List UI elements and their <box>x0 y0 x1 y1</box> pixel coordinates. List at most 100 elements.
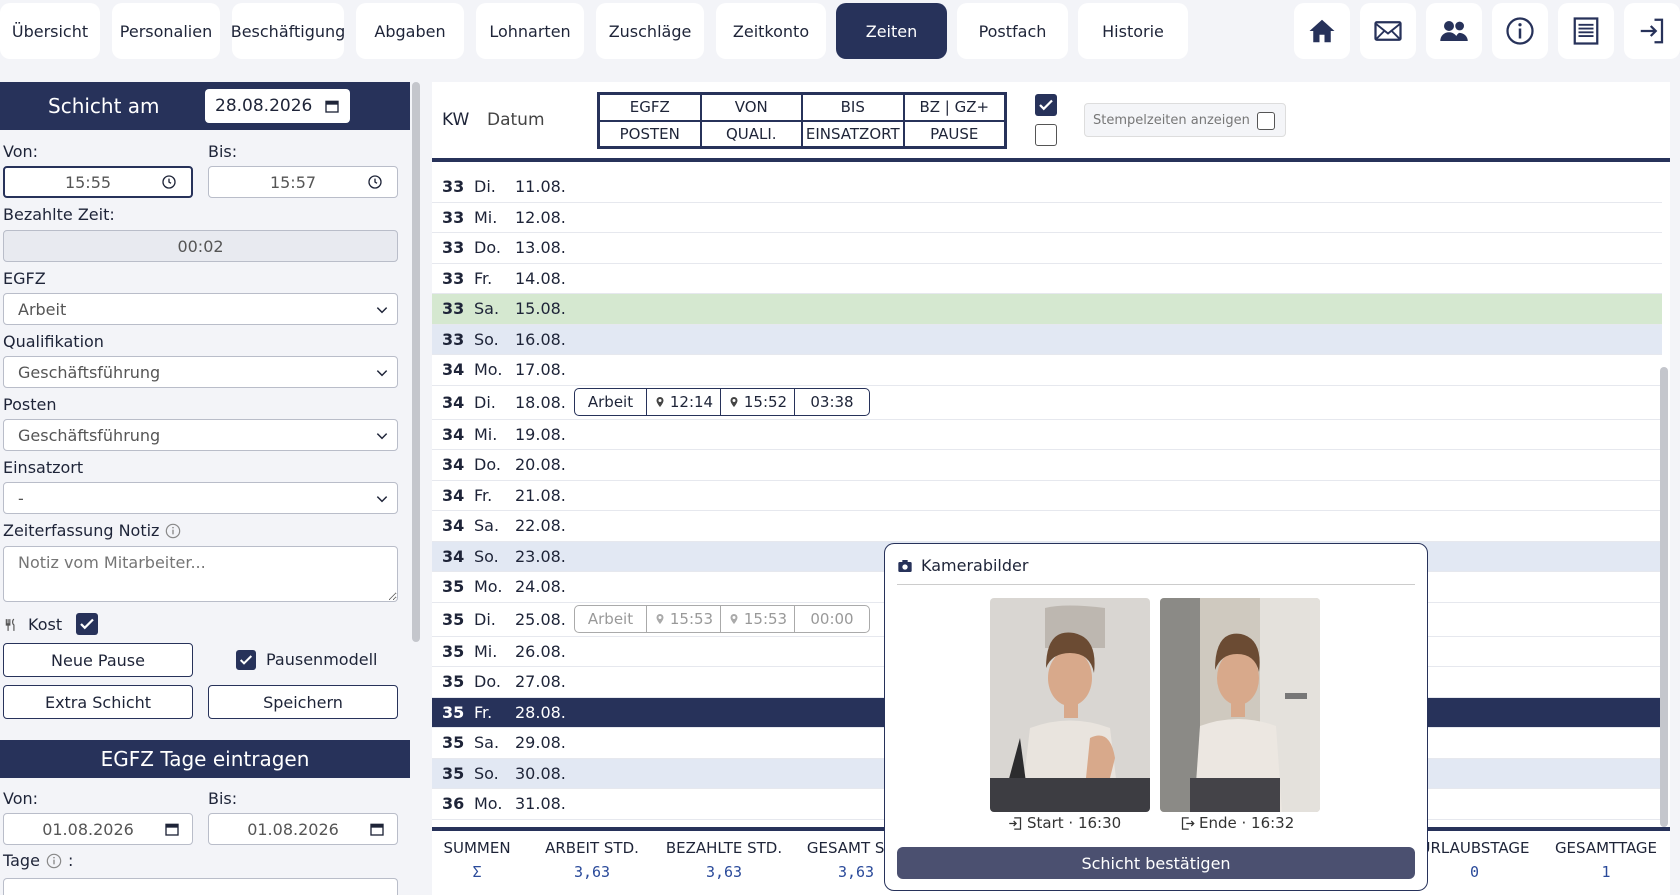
home-button[interactable] <box>1294 3 1350 59</box>
check-icon <box>1039 99 1053 111</box>
tage-label-row: Tage : <box>3 851 73 870</box>
top-nav: Übersicht Personalien Beschäftigung Abga… <box>0 0 1680 62</box>
camera-icon <box>898 559 912 572</box>
table-row[interactable]: 34 Sa. 22.08. <box>432 511 1662 542</box>
pausenmodell-label: Pausenmodell <box>266 650 378 669</box>
shift-form-title: Schicht am <box>48 94 160 118</box>
row-weekday: Fr. <box>474 485 493 505</box>
pausenmodell-checkbox[interactable] <box>236 650 256 670</box>
info-button[interactable] <box>1492 3 1548 59</box>
tab-lohnarten[interactable]: Lohnarten <box>476 3 584 59</box>
left-scrollbar[interactable] <box>412 82 420 642</box>
table-row[interactable]: 33 Di. 11.08. <box>432 172 1662 203</box>
table-row[interactable]: 34 Do. 20.08. <box>432 450 1662 481</box>
calendar-icon <box>370 823 384 836</box>
table-row[interactable]: 34 Mo. 17.08. <box>432 355 1662 386</box>
row-weekday: Fr. <box>474 702 493 722</box>
kost-label: Kost <box>28 615 63 634</box>
extra-schicht-button[interactable]: Extra Schicht <box>3 685 193 719</box>
neue-pause-button[interactable]: Neue Pause <box>3 643 193 677</box>
home-icon <box>1309 19 1335 43</box>
row-weekday: So. <box>474 329 499 349</box>
shift-bis-text: 15:52 <box>743 392 788 411</box>
row-weekday: Mi. <box>474 207 498 227</box>
einsatz-select[interactable]: - <box>3 482 398 514</box>
tab-zuschlaege[interactable]: Zuschläge <box>596 3 704 59</box>
row-weekday: Mo. <box>474 360 503 380</box>
info-icon[interactable] <box>165 523 181 539</box>
start-caption-text: Start · 16:30 <box>1027 814 1122 832</box>
row-kw: 35 <box>442 672 465 692</box>
start-photo[interactable] <box>990 598 1150 812</box>
stempelzeiten-checkbox[interactable] <box>1257 112 1275 130</box>
users-button[interactable] <box>1426 3 1482 59</box>
end-caption-text: Ende · 16:32 <box>1199 814 1295 832</box>
row-date: 15.08. <box>515 299 566 319</box>
table-row[interactable]: 34 Mi. 19.08. <box>432 420 1662 450</box>
row1-toggle-checkbox[interactable] <box>1035 94 1057 116</box>
table-row[interactable]: 33 Fr. 14.08. <box>432 264 1662 294</box>
table-row[interactable]: 33 Sa. 15.08. <box>432 294 1662 325</box>
row-weekday: So. <box>474 546 499 566</box>
login-icon <box>1009 816 1022 830</box>
shift-date-input[interactable]: 28.08.2026 <box>205 89 350 123</box>
tage-field[interactable] <box>3 878 398 895</box>
table-row[interactable]: 34 Fr. 21.08. <box>432 481 1662 511</box>
tab-zeiten[interactable]: Zeiten <box>836 3 947 59</box>
info-icon[interactable] <box>46 853 62 869</box>
tab-postfach[interactable]: Postfach <box>957 3 1068 59</box>
table-row[interactable]: 33 Do. 13.08. <box>432 233 1662 264</box>
shift-chip[interactable]: Arbeit 15:53 15:53 00:00 <box>574 604 870 633</box>
tab-zeitkonto[interactable]: Zeitkonto <box>716 3 826 59</box>
kost-checkbox[interactable] <box>76 613 98 635</box>
egfz-von-date-input[interactable]: 01.08.2026 <box>3 813 193 845</box>
tab-beschaeftigung[interactable]: Beschäftigung <box>231 3 345 59</box>
egfz-bis-date-input[interactable]: 01.08.2026 <box>208 813 398 845</box>
tab-historie[interactable]: Historie <box>1078 3 1188 59</box>
sum-gesamttage-value: 1 <box>1601 863 1611 881</box>
table-row[interactable]: 33 Mi. 12.08. <box>432 203 1662 233</box>
egfz-value: Arbeit <box>18 299 67 319</box>
row-kw: 34 <box>442 455 465 475</box>
calendar-icon <box>325 100 339 113</box>
location-pin-icon <box>730 613 738 624</box>
tab-abgaben[interactable]: Abgaben <box>356 3 464 59</box>
tab-uebersicht[interactable]: Übersicht <box>0 3 100 59</box>
notiz-textarea[interactable] <box>3 546 398 602</box>
bis-time-value: 15:57 <box>269 172 317 192</box>
confirm-shift-button[interactable]: Schicht bestätigen <box>897 847 1415 879</box>
mail-button[interactable] <box>1360 3 1416 59</box>
bis-time-input[interactable]: 15:57 <box>208 166 398 198</box>
sum-summen: SUMMEN Σ <box>442 839 512 881</box>
posten-select[interactable]: Geschäftsführung <box>3 419 398 451</box>
tab-personalien[interactable]: Personalien <box>112 3 220 59</box>
egfz-select[interactable]: Arbeit <box>3 293 398 325</box>
sum-urlaub-label: URLAUBSTAGE <box>1419 839 1530 857</box>
logout-button[interactable] <box>1624 3 1680 59</box>
shift-chip[interactable]: Arbeit 12:14 15:52 03:38 <box>574 387 870 416</box>
header-divider <box>432 158 1670 162</box>
stempelzeiten-toggle[interactable]: Stempelzeiten anzeigen <box>1084 103 1286 137</box>
von-time-input[interactable]: 15:55 <box>3 166 193 198</box>
egfz-tage-title: EGFZ Tage eintragen <box>100 747 310 771</box>
sum-urlaub: URLAUBSTAGE 0 <box>1417 839 1532 881</box>
sum-bezahlt-label: BEZAHLTE STD. <box>665 839 783 857</box>
end-photo[interactable] <box>1160 598 1320 812</box>
row-date: 17.08. <box>515 360 566 380</box>
table-row[interactable]: 34 Di. 18.08. Arbeit 12:14 15:52 03:38 <box>432 386 1662 420</box>
shift-bis: 15:53 <box>721 605 795 632</box>
row-weekday: Fr. <box>474 268 493 288</box>
speichern-button[interactable]: Speichern <box>208 685 398 719</box>
shift-form-header: Schicht am 28.08.2026 <box>0 82 410 130</box>
table-row[interactable]: 33 So. 16.08. <box>432 324 1662 355</box>
legend-von: VON <box>700 94 802 121</box>
row-kw: 33 <box>442 268 465 288</box>
von-time-value: 15:55 <box>64 172 112 192</box>
right-scrollbar[interactable] <box>1660 367 1668 827</box>
posten-label: Posten <box>3 395 57 414</box>
quali-select[interactable]: Geschäftsführung <box>3 356 398 388</box>
row2-toggle-checkbox[interactable] <box>1035 124 1057 146</box>
sum-arbeit-label: ARBEIT STD. <box>545 839 639 857</box>
list-button[interactable] <box>1558 3 1614 59</box>
logout-icon <box>1181 816 1195 830</box>
